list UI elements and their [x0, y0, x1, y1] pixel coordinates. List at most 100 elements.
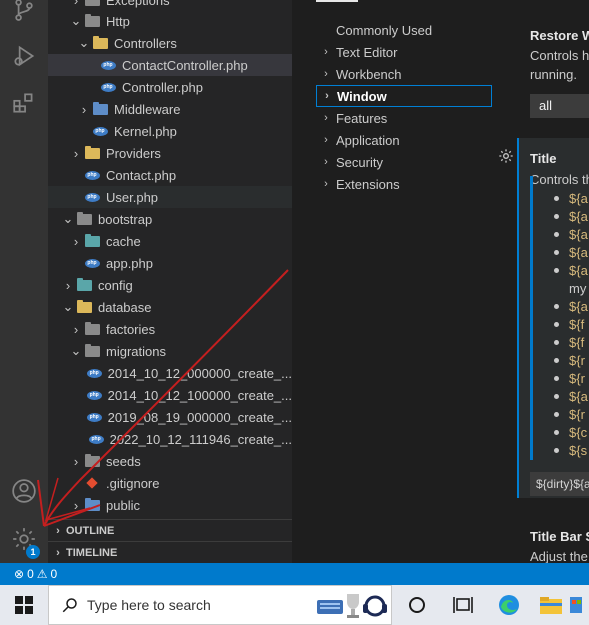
title-template-input[interactable]: ${dirty}${a — [530, 472, 589, 496]
outline-section-header[interactable]: › OUTLINE — [48, 519, 292, 541]
edge-browser-icon[interactable] — [486, 585, 532, 625]
tree-folder-row[interactable]: › Middleware — [48, 98, 292, 120]
toc-item[interactable]: › Window — [316, 85, 492, 107]
tree-folder-row[interactable]: ⌄ Http — [48, 10, 292, 32]
bullet-icon — [554, 249, 559, 255]
tree-item-label: 2019_08_19_000000_create_... — [107, 409, 292, 425]
taskbar-search-box[interactable]: Type here to search — [48, 585, 392, 625]
tree-item-label: 2014_10_12_000000_create_... — [107, 365, 292, 381]
accounts-icon[interactable] — [0, 467, 48, 515]
tree-file-row[interactable]: php 2014_10_12_100000_create_... — [48, 384, 292, 406]
title-variable-item: ${a — [554, 243, 588, 261]
bullet-icon — [554, 411, 559, 417]
title-variable-text: ${f — [569, 334, 585, 350]
source-control-icon[interactable] — [0, 0, 48, 34]
title-setting-desc: Controls th — [530, 172, 589, 187]
tree-folder-row[interactable]: › Providers — [48, 142, 292, 164]
run-debug-icon[interactable] — [0, 32, 48, 80]
explorer-tree: › Exceptions ⌄ Http ⌄ Controllers php ContactCo… — [48, 0, 292, 563]
title-variable-item: ${r — [554, 351, 585, 369]
settings-editor: Commonly Used › Text Editor › Workbench › Wind… — [292, 0, 589, 563]
chevron-down-icon: ⌄ — [78, 35, 90, 50]
restore-windows-select[interactable]: all — [530, 94, 589, 118]
toc-item-label: Commonly Used — [336, 22, 433, 38]
tree-item-label: app.php — [106, 255, 153, 271]
timeline-section-header[interactable]: › TIMELINE — [48, 541, 292, 563]
tree-folder-row[interactable]: ⌄ database — [48, 296, 292, 318]
chevron-right-icon: › — [73, 233, 79, 249]
toc-item[interactable]: › Text Editor — [316, 41, 492, 63]
chevron-right-icon: › — [324, 178, 328, 190]
tree-folder-row[interactable]: › config — [48, 274, 292, 296]
tree-folder-row[interactable]: › cache — [48, 230, 292, 252]
tree-file-row[interactable]: php Contact.php — [48, 164, 292, 186]
manage-badge: 1 — [26, 545, 40, 559]
php-file-icon: php — [92, 123, 108, 139]
toc-item-label: Features — [336, 110, 388, 126]
chevron-right-icon: › — [324, 46, 328, 58]
chevron-right-icon: › — [73, 0, 79, 8]
tree-file-row[interactable]: php app.php — [48, 252, 292, 274]
title-variable-text: ${r — [569, 406, 585, 422]
tree-folder-row[interactable]: › public — [48, 494, 292, 516]
title-variable-text: ${c — [569, 424, 588, 440]
git-file-icon — [84, 475, 100, 491]
bullet-icon — [554, 357, 559, 363]
warning-count: 0 — [50, 567, 58, 581]
toc-item[interactable]: › Security — [316, 151, 492, 173]
tree-item-label: migrations — [106, 343, 166, 359]
bullet-icon — [554, 267, 559, 273]
folder-icon — [84, 497, 100, 513]
title-variable-item: ${a — [554, 189, 588, 207]
chevron-right-icon: › — [324, 134, 328, 146]
php-file-icon: php — [84, 167, 100, 183]
tree-file-row[interactable]: php 2019_08_19_000000_create_... — [48, 406, 292, 428]
chevron-right-icon: › — [56, 524, 60, 537]
toc-item[interactable]: Commonly Used — [316, 19, 492, 41]
toc-item-label: Extensions — [336, 176, 400, 192]
tree-file-row[interactable]: php Kernel.php — [48, 120, 292, 142]
title-setting-focus-border — [517, 138, 519, 498]
chevron-right-icon: › — [73, 453, 79, 469]
tree-file-row[interactable]: php ContactController.php — [48, 54, 292, 76]
extensions-icon[interactable] — [0, 79, 48, 127]
manage-gear-icon[interactable]: 1 — [0, 515, 48, 563]
windows-taskbar: Type here to search — [0, 585, 589, 625]
title-variable-item: ${a — [554, 225, 588, 243]
toc-item[interactable]: › Extensions — [316, 173, 492, 195]
toc-item[interactable]: › Workbench — [316, 63, 492, 85]
tree-folder-row[interactable]: › seeds — [48, 450, 292, 472]
folder-icon — [92, 35, 108, 51]
toc-item[interactable]: › Features — [316, 107, 492, 129]
restore-windows-desc: Controls h — [530, 48, 589, 63]
tree-file-row[interactable]: php 2022_10_12_111946_create_... — [48, 428, 292, 450]
bullet-icon — [554, 321, 559, 327]
tree-file-row[interactable]: php 2014_10_12_000000_create_... — [48, 362, 292, 384]
tree-item-label: ContactController.php — [122, 57, 248, 73]
title-variable-item: ${f — [554, 333, 584, 351]
php-file-icon: php — [88, 431, 104, 447]
store-icon[interactable] — [568, 585, 589, 625]
task-view-icon[interactable] — [440, 585, 486, 625]
tree-folder-row[interactable]: › factories — [48, 318, 292, 340]
tree-folder-row[interactable]: ⌄ migrations — [48, 340, 292, 362]
problems-status[interactable]: ⊗ 0 ⚠ 0 — [14, 567, 57, 581]
tree-folder-row[interactable]: ⌄ Controllers — [48, 32, 292, 54]
tree-item-label: public — [106, 497, 140, 513]
search-placeholder: Type here to search — [87, 597, 211, 613]
tree-file-row[interactable]: php User.php — [48, 186, 292, 208]
tree-file-row[interactable]: .gitignore — [48, 472, 292, 494]
start-button[interactable] — [0, 585, 48, 625]
folder-icon — [76, 299, 92, 315]
tree-folder-row[interactable]: ⌄ bootstrap — [48, 208, 292, 230]
chevron-right-icon: › — [56, 546, 60, 559]
setting-gear-icon[interactable] — [498, 148, 514, 164]
folder-icon — [84, 0, 100, 8]
tree-file-row[interactable]: php Controller.php — [48, 76, 292, 98]
restore-windows-title: Restore W — [530, 28, 589, 43]
cortana-icon[interactable] — [394, 585, 440, 625]
toc-item[interactable]: › Application — [316, 129, 492, 151]
